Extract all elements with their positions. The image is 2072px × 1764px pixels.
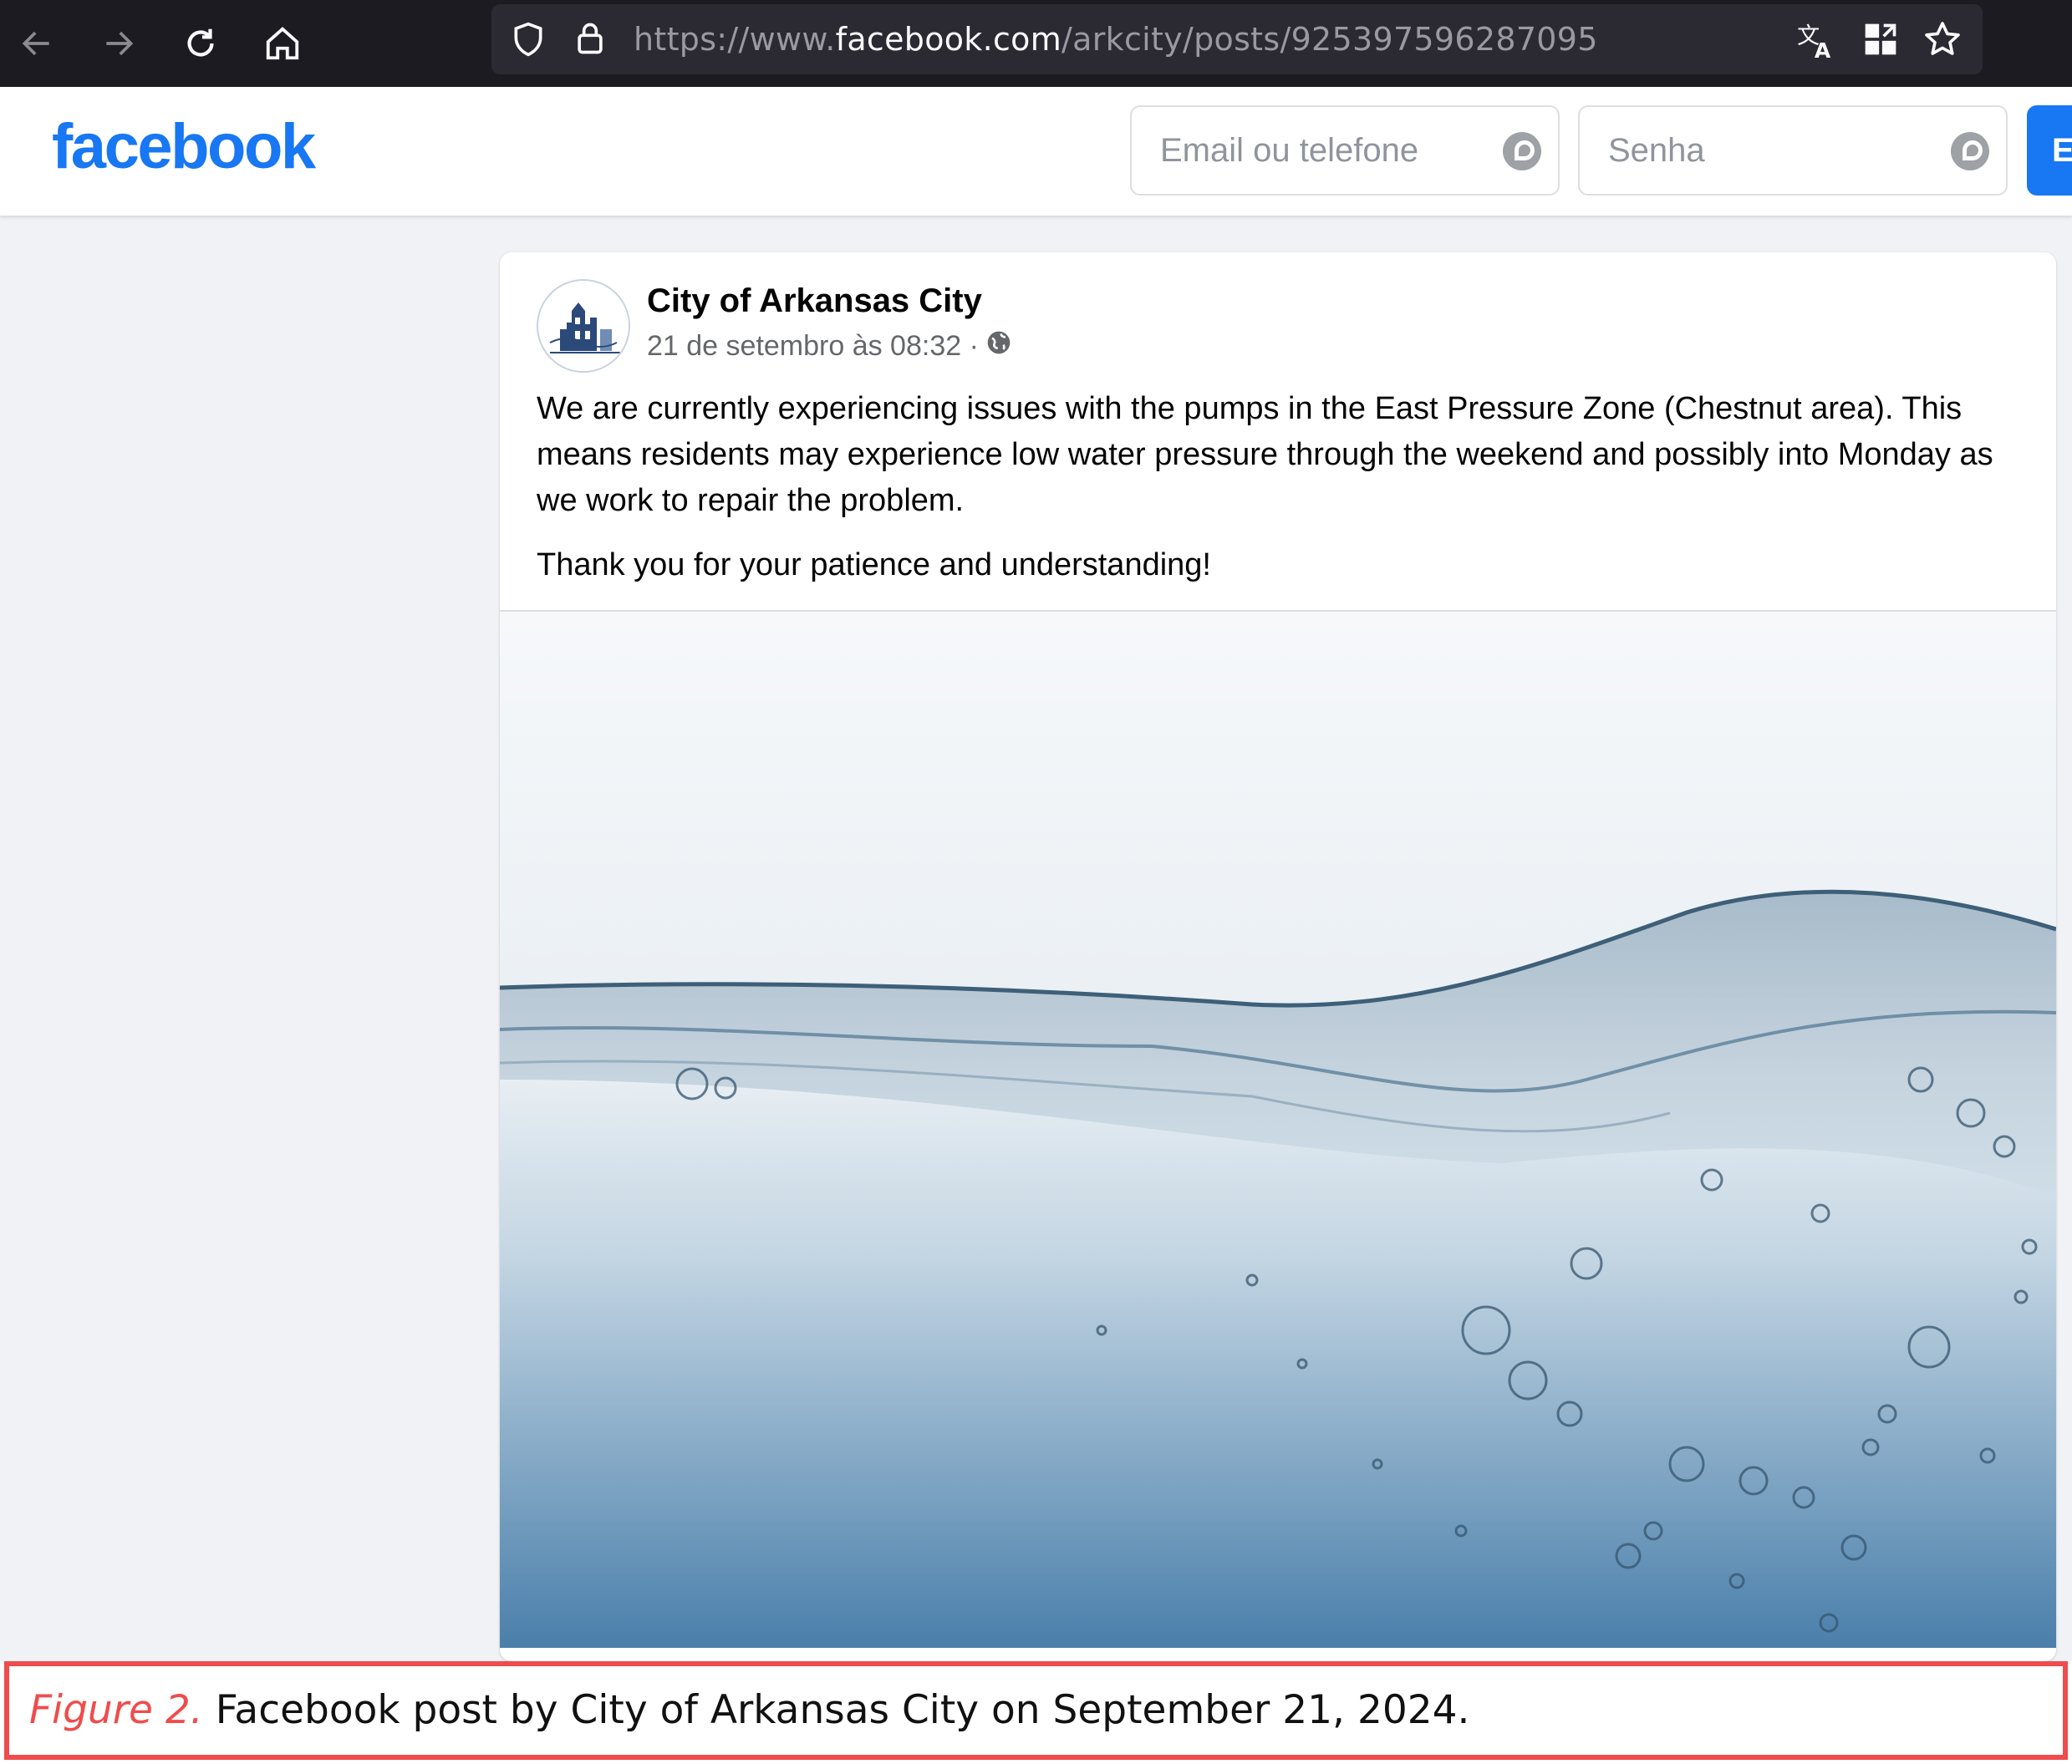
post-body: We are currently experiencing issues wit… [537,386,2033,607]
url-path: /arkcity/posts/925397596287095 [1061,21,1598,58]
url-bar[interactable]: https://www.facebook.com/arkcity/posts/9… [491,4,1983,74]
forward-arrow-icon[interactable] [90,15,147,72]
caption-label: Figure 2. [29,1687,203,1733]
password-field[interactable]: Senha [1578,105,2008,196]
password-manager-icon[interactable] [1503,132,1541,170]
login-button[interactable]: E [2027,105,2072,196]
facebook-header: facebook Email ou telefone Senha E [0,87,2072,216]
home-icon[interactable] [254,15,311,72]
translate-icon[interactable]: 文A [1795,19,1837,65]
globe-icon [985,329,1012,363]
star-icon[interactable] [1922,19,1963,64]
email-placeholder: Email ou telefone [1160,132,1419,169]
post-image[interactable] [500,610,2056,1648]
qr-code-icon[interactable] [1862,21,1899,62]
reload-icon[interactable] [172,15,229,72]
post-card: City of Arkansas City 21 de setembro às … [500,252,2056,1661]
shield-icon[interactable] [510,21,547,62]
password-placeholder: Senha [1608,132,1705,169]
caption-text: Facebook post by City of Arkansas City o… [215,1687,1470,1733]
post-timestamp[interactable]: 21 de setembro às 08:32 · [647,330,979,363]
back-arrow-icon[interactable] [8,15,65,72]
facebook-logo[interactable]: facebook [52,110,316,183]
url-domain: facebook.com [835,21,1062,58]
post-author[interactable]: City of Arkansas City [647,282,982,320]
water-splash-image [500,612,2056,1648]
password-manager-icon[interactable] [1951,132,1989,170]
url-text[interactable]: https://www.facebook.com/arkcity/posts/9… [634,4,1598,74]
post-meta: 21 de setembro às 08:32 · [647,329,1012,363]
browser-toolbar: https://www.facebook.com/arkcity/posts/9… [0,0,2072,87]
figure-caption: Figure 2. Facebook post by City of Arkan… [4,1661,2068,1760]
post-paragraph: Thank you for your patience and understa… [537,547,1211,582]
svg-text:A: A [1815,38,1831,61]
url-prefix: https://www. [634,21,836,58]
email-field[interactable]: Email ou telefone [1130,105,1560,196]
lock-icon[interactable] [572,19,608,62]
city-seal-logo [540,282,629,371]
post-paragraph: We are currently experiencing issues wit… [537,391,1993,518]
avatar[interactable] [537,279,630,373]
